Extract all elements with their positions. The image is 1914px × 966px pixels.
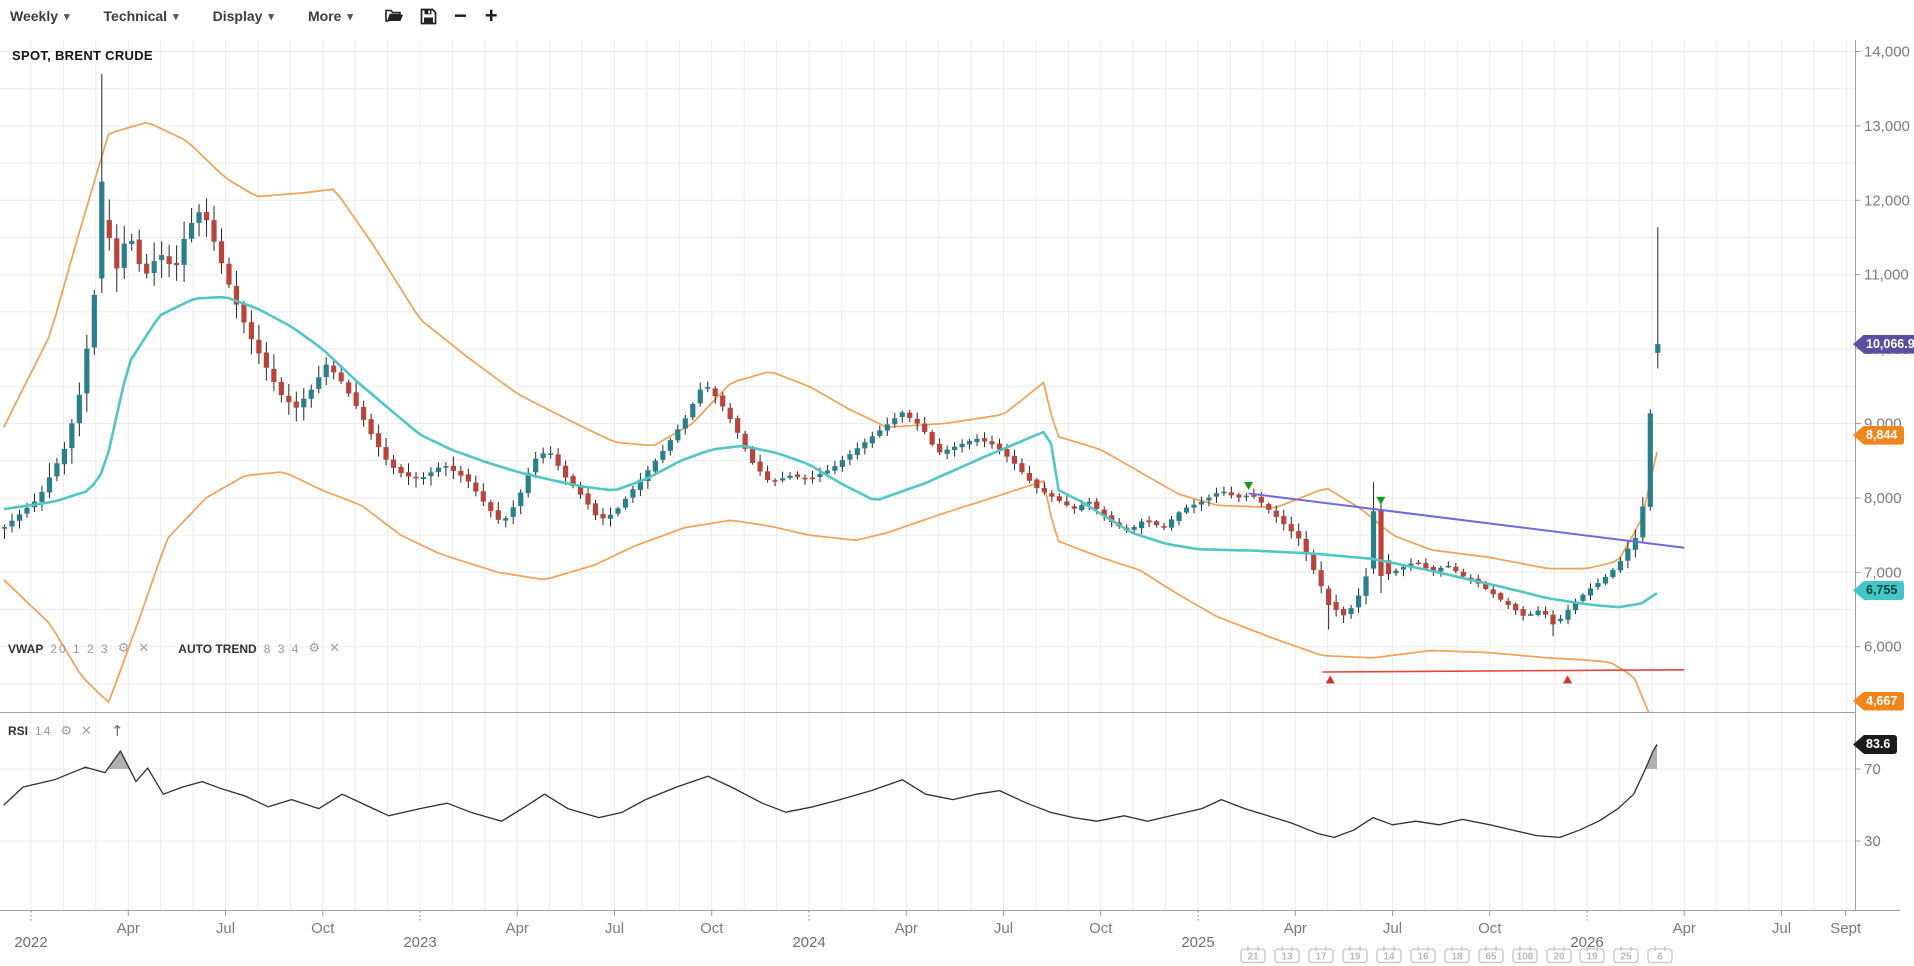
- vwap-remove-icon[interactable]: ✕: [137, 641, 150, 656]
- svg-text:2023: 2023: [403, 934, 436, 951]
- timeframe-menu-label: Weekly: [10, 8, 58, 24]
- svg-text:13,000: 13,000: [1864, 118, 1910, 135]
- svg-text:13: 13: [1281, 952, 1293, 963]
- axes: 14,00013,00012,00011,00010,0009,0008,000…: [0, 40, 1910, 963]
- svg-text:6,000: 6,000: [1864, 639, 1902, 656]
- svg-text:18: 18: [1451, 952, 1463, 963]
- svg-text:Oct: Oct: [700, 920, 724, 937]
- price-indicator-legend: VWAP 20 1 2 3 ⚙ ✕ AUTO TREND 8 3 4 ⚙ ✕: [8, 641, 341, 656]
- auto-trend-indicator-params: 8 3 4: [264, 642, 301, 656]
- chart-area: 14,00013,00012,00011,00010,0009,0008,000…: [0, 32, 1914, 966]
- rsi-indicator-params: 14: [35, 724, 52, 738]
- svg-text:30: 30: [1864, 833, 1881, 850]
- rsi-indicator-legend: RSI 14 ⚙ ✕ ↑: [8, 722, 125, 740]
- vwap-indicator-label: VWAP: [8, 642, 43, 656]
- chart-canvas[interactable]: 14,00013,00012,00011,00010,0009,0008,000…: [0, 32, 1914, 966]
- auto-trend-remove-icon[interactable]: ✕: [328, 641, 341, 656]
- candlestick-series: [2, 74, 1660, 636]
- last-price-badge: 10,066.94: [1853, 335, 1914, 354]
- rsi-indicator-label: RSI: [8, 724, 28, 738]
- svg-text:Jul: Jul: [1383, 920, 1402, 937]
- svg-text:Apr: Apr: [1284, 920, 1307, 937]
- rsi-settings-gear-icon[interactable]: ⚙: [59, 724, 73, 739]
- svg-text:21: 21: [1247, 952, 1259, 963]
- chevron-down-icon: ▾: [347, 10, 353, 23]
- auto-trend-lines: [1249, 493, 1685, 672]
- svg-text:108: 108: [1517, 952, 1534, 963]
- save-button[interactable]: [412, 5, 445, 28]
- svg-text:Sept: Sept: [1830, 920, 1862, 937]
- charting-app: Weekly ▾ Technical ▾ Display ▾ More ▾: [0, 0, 1914, 966]
- technical-menu[interactable]: Technical ▾: [94, 4, 189, 28]
- grid-layer: [0, 40, 1856, 910]
- chevron-down-icon: ▾: [173, 10, 179, 23]
- svg-text:7,000: 7,000: [1864, 564, 1902, 581]
- svg-text:2022: 2022: [14, 934, 47, 951]
- display-menu-label: Display: [213, 8, 263, 24]
- svg-text:Oct: Oct: [1089, 920, 1113, 937]
- svg-text:Apr: Apr: [506, 920, 529, 937]
- svg-text:Apr: Apr: [895, 920, 918, 937]
- svg-text:16: 16: [1417, 952, 1429, 963]
- more-menu-label: More: [308, 8, 341, 24]
- svg-text:14,000: 14,000: [1864, 44, 1910, 61]
- svg-text:Jul: Jul: [216, 920, 235, 937]
- svg-text:11,000: 11,000: [1864, 267, 1909, 284]
- rsi-pane: [4, 745, 1657, 838]
- svg-text:2025: 2025: [1181, 934, 1214, 951]
- rsi-remove-icon[interactable]: ✕: [80, 724, 93, 739]
- svg-text:20: 20: [1553, 952, 1565, 963]
- svg-text:12,000: 12,000: [1864, 192, 1910, 209]
- auto-trend-indicator-label: AUTO TREND: [178, 642, 256, 656]
- svg-text:Apr: Apr: [1673, 920, 1696, 937]
- display-menu[interactable]: Display ▾: [203, 4, 284, 28]
- svg-text:2024: 2024: [792, 934, 825, 951]
- svg-text:19: 19: [1586, 952, 1598, 963]
- save-icon: [420, 8, 437, 25]
- zoom-in-button[interactable]: +: [476, 7, 507, 25]
- svg-text:Oct: Oct: [1478, 920, 1502, 937]
- more-menu[interactable]: More ▾: [298, 4, 363, 28]
- rsi-move-up-icon[interactable]: ↑: [110, 722, 125, 740]
- svg-text:Apr: Apr: [117, 920, 140, 937]
- svg-text:25: 25: [1620, 952, 1632, 963]
- svg-text:14: 14: [1383, 952, 1395, 963]
- toolbar: Weekly ▾ Technical ▾ Display ▾ More ▾: [0, 0, 1914, 32]
- zoom-out-button[interactable]: −: [445, 7, 476, 25]
- vwap-settings-gear-icon[interactable]: ⚙: [117, 641, 131, 656]
- vwap-indicator-params: 20 1 2 3: [50, 642, 109, 656]
- svg-text:Oct: Oct: [311, 920, 335, 937]
- chevron-down-icon: ▾: [268, 10, 274, 23]
- timeframe-menu[interactable]: Weekly ▾: [0, 4, 80, 28]
- symbol-title: SPOT, BRENT CRUDE: [12, 48, 153, 63]
- open-folder-icon: [385, 8, 404, 24]
- svg-text:6: 6: [1657, 952, 1663, 963]
- svg-text:Jul: Jul: [1772, 920, 1791, 937]
- open-folder-button[interactable]: [377, 5, 412, 27]
- svg-text:Jul: Jul: [994, 920, 1013, 937]
- chevron-down-icon: ▾: [64, 10, 70, 23]
- svg-text:8,000: 8,000: [1864, 490, 1902, 507]
- svg-text:70: 70: [1864, 761, 1881, 778]
- technical-menu-label: Technical: [104, 8, 168, 24]
- svg-text:Jul: Jul: [605, 920, 624, 937]
- svg-text:17: 17: [1315, 952, 1327, 963]
- auto-trend-settings-gear-icon[interactable]: ⚙: [307, 641, 321, 656]
- svg-text:19: 19: [1349, 952, 1361, 963]
- svg-text:65: 65: [1485, 952, 1497, 963]
